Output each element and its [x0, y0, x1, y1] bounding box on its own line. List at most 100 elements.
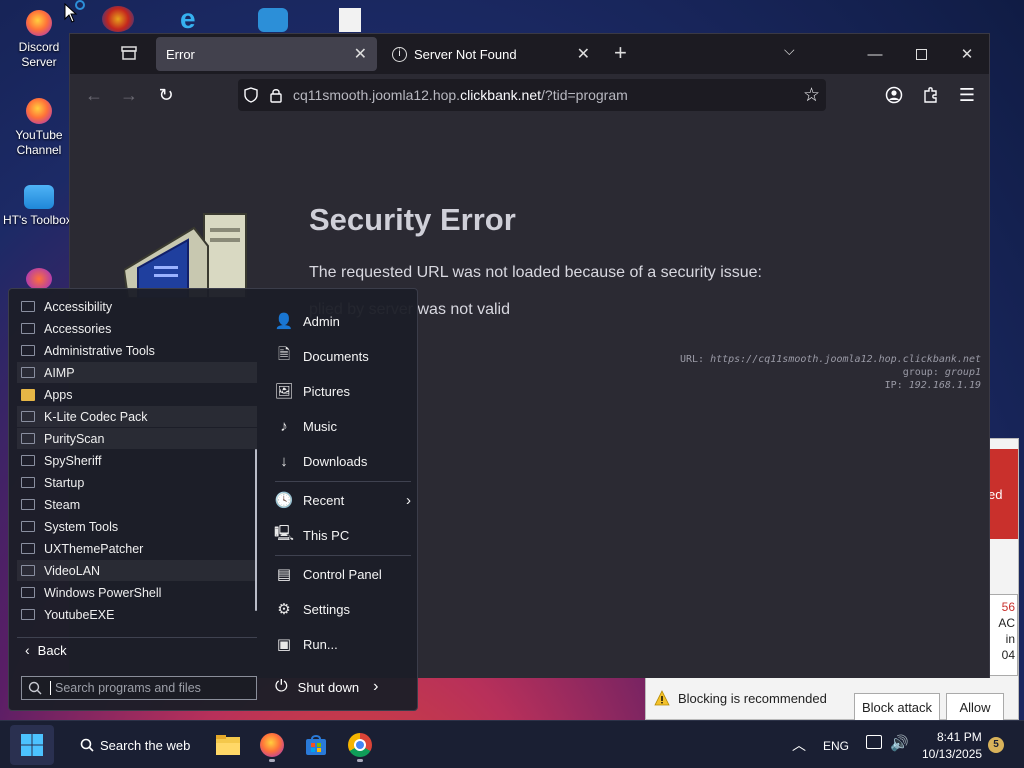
- taskbar-firefox[interactable]: [254, 727, 290, 763]
- shield-icon[interactable]: [243, 87, 259, 103]
- taskbar-store[interactable]: [298, 727, 334, 763]
- network-icon[interactable]: [866, 735, 882, 749]
- place-pictures[interactable]: 🖼 Pictures: [274, 376, 411, 406]
- program-folder[interactable]: Apps: [17, 384, 257, 405]
- program-folder[interactable]: PurityScan: [17, 428, 257, 449]
- folder-icon: [21, 455, 35, 466]
- language-indicator[interactable]: ENG: [823, 739, 849, 753]
- program-folder[interactable]: Startup: [17, 472, 257, 493]
- show-hidden-icons-button[interactable]: ︿: [792, 735, 806, 755]
- allow-button[interactable]: Allow: [946, 693, 1004, 721]
- place-admin[interactable]: 👤 Admin: [275, 306, 411, 336]
- url-suffix: /?tid=program: [541, 87, 628, 103]
- clock-date[interactable]: 10/13/2025: [922, 747, 982, 761]
- volume-icon[interactable]: 🔊: [890, 734, 909, 752]
- list-divider: [17, 637, 257, 638]
- back-button[interactable]: ←: [81, 82, 107, 108]
- desktop-icon-youtube[interactable]: YouTube Channel: [3, 98, 75, 158]
- tab-error[interactable]: Error ✕: [156, 37, 377, 71]
- back-button[interactable]: ‹ Back: [25, 642, 67, 658]
- maximize-icon: [915, 48, 927, 60]
- place-run[interactable]: ▣ Run...: [275, 629, 411, 659]
- warning-text: Blocking is recommended: [678, 690, 827, 706]
- place-music[interactable]: ♪ Music: [275, 411, 411, 441]
- program-folder[interactable]: Administrative Tools: [17, 340, 257, 361]
- desktop-icon-partial-wifi[interactable]: [258, 8, 288, 32]
- taskbar-file-explorer[interactable]: [210, 727, 246, 763]
- tab-server-not-found[interactable]: i Server Not Found ✕: [382, 37, 600, 71]
- notification-badge[interactable]: 5: [988, 737, 1004, 753]
- dialog-footer: Blocking is recommended: [654, 690, 827, 706]
- reload-button[interactable]: ↻: [153, 82, 179, 108]
- program-list-scrollbar[interactable]: [255, 449, 257, 611]
- program-folder[interactable]: YoutubeEXE: [17, 604, 257, 625]
- tab-close-icon[interactable]: ✕: [577, 44, 590, 64]
- clock-time[interactable]: 8:41 PM: [937, 730, 982, 744]
- desktop-icon-label: YouTube Channel: [15, 128, 63, 157]
- firefox-shortcut-icon: [26, 98, 52, 124]
- extensions-button[interactable]: [918, 82, 944, 108]
- lock-icon[interactable]: [269, 87, 283, 103]
- desktop-icon-toolbox[interactable]: HT's Toolbox: [3, 185, 75, 228]
- run-icon: ▣: [276, 636, 292, 653]
- menu-button[interactable]: ☰: [954, 82, 980, 108]
- firefox-icon: [260, 733, 284, 757]
- desktop-icon-partial-left[interactable]: [26, 268, 52, 290]
- minimize-button[interactable]: —: [852, 34, 898, 74]
- program-folder[interactable]: K-Lite Codec Pack: [17, 406, 257, 427]
- program-folder[interactable]: AIMP: [17, 362, 257, 383]
- taskbar-search[interactable]: Search the web: [58, 727, 206, 763]
- account-button[interactable]: [881, 82, 907, 108]
- list-tabs-button[interactable]: ⌵: [784, 42, 795, 59]
- chevron-right-icon[interactable]: ›: [373, 678, 378, 696]
- search-icon: [80, 738, 94, 752]
- program-folder[interactable]: System Tools: [17, 516, 257, 537]
- place-documents[interactable]: 🗎 Documents: [275, 341, 411, 371]
- program-folder[interactable]: SpySheriff: [17, 450, 257, 471]
- start-button[interactable]: [10, 725, 54, 765]
- new-tab-button[interactable]: +: [614, 40, 627, 66]
- desktop-icon-partial-file[interactable]: [339, 8, 361, 32]
- program-folder[interactable]: Accessibility: [17, 296, 257, 317]
- tab-label: Error: [166, 46, 195, 62]
- start-search-input[interactable]: Search programs and files: [21, 676, 257, 700]
- file-explorer-icon: [216, 735, 240, 755]
- windows-logo-icon: [21, 734, 43, 756]
- shutdown-button[interactable]: ⏻ Shut down ›: [275, 672, 378, 702]
- place-control-panel[interactable]: ▤ Control Panel: [275, 559, 411, 589]
- program-folder[interactable]: UXThemePatcher: [17, 538, 257, 559]
- error-title: Security Error: [309, 202, 516, 237]
- close-window-button[interactable]: ✕: [944, 34, 990, 74]
- menu-separator: [275, 555, 411, 556]
- desktop-icon-label: Discord Server: [18, 40, 60, 69]
- warning-icon: [654, 690, 670, 706]
- program-folder[interactable]: Windows PowerShell: [17, 582, 257, 603]
- forward-button[interactable]: →: [116, 82, 142, 108]
- program-folder[interactable]: Steam: [17, 494, 257, 515]
- chevron-right-icon: ›: [406, 491, 411, 509]
- folder-icon: [21, 345, 35, 356]
- program-folder[interactable]: Accessories: [17, 318, 257, 339]
- account-icon: [885, 86, 903, 104]
- tab-label: Server Not Found: [414, 46, 517, 62]
- taskbar: Search the web ︿ ENG 🔊 8:41 PM 10/13/202…: [0, 720, 1024, 768]
- error-meta: URL: https://cq11smooth.joomla12.hop.cli…: [679, 354, 981, 391]
- taskbar-chrome[interactable]: [342, 727, 378, 763]
- tab-overview-button[interactable]: [120, 44, 140, 64]
- music-icon: ♪: [280, 417, 288, 435]
- folder-icon: [21, 301, 35, 312]
- desktop-icon-partial-1[interactable]: [102, 6, 134, 32]
- running-indicator: [269, 759, 275, 762]
- error-message: The requested URL was not loaded because…: [309, 264, 762, 281]
- bookmark-star-icon[interactable]: ☆: [803, 84, 820, 107]
- tab-close-icon[interactable]: ✕: [354, 44, 367, 64]
- place-this-pc[interactable]: 🖳 This PC: [274, 520, 411, 550]
- place-downloads[interactable]: ↓ Downloads: [275, 446, 411, 476]
- place-settings[interactable]: ⚙ Settings: [275, 594, 411, 624]
- program-folder[interactable]: VideoLAN: [17, 560, 257, 581]
- desktop-icon-partial-ie[interactable]: e: [180, 5, 210, 33]
- block-attack-button[interactable]: Block attack: [854, 693, 940, 721]
- url-bar[interactable]: cq11smooth.joomla12.hop. clickbank.net/?t…: [238, 79, 826, 111]
- place-recent[interactable]: 🕓 Recent ›: [275, 485, 411, 515]
- maximize-button[interactable]: [898, 34, 944, 74]
